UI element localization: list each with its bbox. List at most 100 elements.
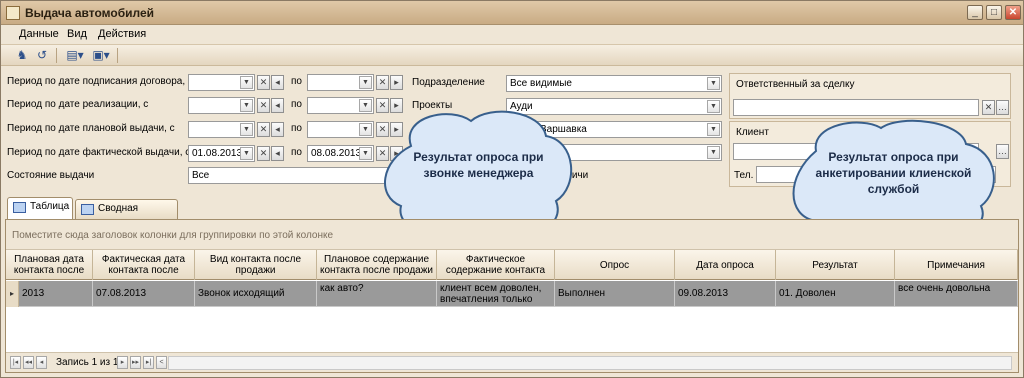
save-menu-icon[interactable]: ▣▾ bbox=[89, 47, 113, 64]
window-title: Выдача автомобилей bbox=[25, 6, 155, 20]
toolbar-separator bbox=[117, 48, 118, 63]
close-button[interactable]: ✕ bbox=[1005, 5, 1021, 20]
prev-page-icon[interactable]: ◂◂ bbox=[23, 356, 34, 369]
menu-actions[interactable]: Действия bbox=[98, 28, 146, 40]
table-cell: 07.08.2013 bbox=[93, 281, 195, 307]
prev-icon[interactable]: ◂ bbox=[271, 122, 284, 137]
dropdown-arrow-icon: ▼ bbox=[707, 146, 720, 159]
minimize-button[interactable]: _ bbox=[967, 5, 983, 20]
dropdown-arrow-icon: ▼ bbox=[707, 123, 720, 136]
callout-right-text: Результат опроса при анкетировании клиен… bbox=[815, 150, 972, 196]
period-fact-label: Период по дате фактической выдачи, с bbox=[7, 147, 191, 158]
period-sale-to[interactable]: ▼ bbox=[307, 97, 374, 114]
menu-view[interactable]: Вид bbox=[67, 28, 87, 40]
dropdown-arrow-icon: ▼ bbox=[359, 147, 372, 160]
column-header[interactable]: Опрос bbox=[555, 250, 675, 280]
responsible-input[interactable] bbox=[733, 99, 979, 116]
phone-label: Тел. bbox=[734, 170, 754, 181]
period-fact-to[interactable]: 08.08.2013 ▼ bbox=[307, 145, 374, 162]
record-navigator: |◂ ◂◂ ◂ Запись 1 из 1 ▸ ▸▸ ▸| < bbox=[6, 352, 1018, 372]
status-select[interactable]: Все bbox=[188, 167, 398, 184]
next-icon[interactable]: ▸ bbox=[390, 75, 403, 90]
menu-bar: Данные Вид Действия bbox=[1, 25, 1023, 43]
toolbar-separator bbox=[56, 48, 57, 63]
copy-menu-icon[interactable]: ▤▾ bbox=[63, 47, 87, 64]
dropdown-arrow-icon: ▼ bbox=[707, 100, 720, 113]
column-header[interactable]: Плановое содержание контакта после прода… bbox=[317, 250, 437, 280]
prev-icon[interactable]: ◂ bbox=[271, 75, 284, 90]
to-label: по bbox=[291, 123, 302, 134]
column-header[interactable]: Фактическая дата контакта после bbox=[93, 250, 195, 280]
column-header[interactable]: Вид контакта после продажи bbox=[195, 250, 317, 280]
period-plan-from[interactable]: ▼ bbox=[188, 121, 255, 138]
next-page-icon[interactable]: ▸▸ bbox=[130, 356, 141, 369]
pivot-icon bbox=[81, 204, 94, 215]
table-cell: как авто? bbox=[317, 281, 437, 307]
dropdown-arrow-icon: ▼ bbox=[359, 99, 372, 112]
table-cell: 09.08.2013 bbox=[675, 281, 776, 307]
callout-left-text: Результат опроса при звонке менеджера bbox=[413, 150, 544, 180]
group-hint: Поместите сюда заголовок колонки для гру… bbox=[12, 230, 334, 241]
period-plan-label: Период по дате плановой выдачи, с bbox=[7, 123, 175, 134]
to-label: по bbox=[291, 76, 302, 87]
app-icon bbox=[6, 6, 20, 20]
period-plan-to[interactable]: ▼ bbox=[307, 121, 374, 138]
row-indicator-icon: ▸ bbox=[6, 281, 19, 307]
horizontal-scrollbar[interactable] bbox=[168, 356, 1012, 370]
client-title: Клиент bbox=[736, 127, 769, 138]
toolbar: ♞ ↺ ▤▾ ▣▾ bbox=[1, 44, 1023, 66]
column-header[interactable]: Дата опроса bbox=[675, 250, 776, 280]
ellipsis-button[interactable]: … bbox=[996, 100, 1009, 115]
responsible-group: Ответственный за сделку ✕ … bbox=[729, 73, 1011, 119]
period-sale-label: Период по дате реализации, с bbox=[7, 99, 149, 110]
column-header[interactable]: Фактическое содержание контакта bbox=[437, 250, 555, 280]
next-record-icon[interactable]: ▸ bbox=[117, 356, 128, 369]
column-header[interactable]: Плановая дата контакта после bbox=[6, 250, 93, 280]
division-label: Подразделение bbox=[412, 77, 485, 88]
clear-icon[interactable]: ✕ bbox=[257, 75, 270, 90]
table-cell: Выполнен bbox=[555, 281, 675, 307]
to-label: по bbox=[291, 147, 302, 158]
period-sign-from[interactable]: ▼ bbox=[188, 74, 255, 91]
prev-icon[interactable]: ◂ bbox=[271, 146, 284, 161]
column-header[interactable]: Примечания bbox=[895, 250, 1018, 280]
period-sign-label: Период по дате подписания договора, с bbox=[7, 76, 193, 87]
menu-data[interactable]: Данные bbox=[19, 28, 59, 40]
last-record-icon[interactable]: ▸| bbox=[143, 356, 154, 369]
dropdown-arrow-icon: ▼ bbox=[240, 123, 253, 136]
dropdown-arrow-icon: ▼ bbox=[707, 77, 720, 90]
grid-header: Плановая дата контакта после Фактическая… bbox=[6, 250, 1018, 280]
scroll-left-icon[interactable]: < bbox=[156, 356, 167, 369]
table-cell: клиент всем доволен, впечатления только bbox=[437, 281, 555, 307]
first-record-icon[interactable]: |◂ bbox=[10, 356, 21, 369]
table-row[interactable]: 2013 07.08.2013 Звонок исходящий как авт… bbox=[6, 281, 1018, 307]
find-icon[interactable]: ♞ bbox=[13, 47, 31, 64]
table-icon bbox=[13, 202, 26, 213]
clear-icon[interactable]: ✕ bbox=[257, 146, 270, 161]
division-select[interactable]: Все видимые ▼ bbox=[506, 75, 722, 92]
table-cell: 2013 bbox=[19, 281, 93, 307]
tab-table[interactable]: Таблица bbox=[7, 197, 73, 219]
refresh-icon[interactable]: ↺ bbox=[33, 47, 51, 64]
clear-icon[interactable]: ✕ bbox=[982, 100, 995, 115]
dropdown-arrow-icon: ▼ bbox=[240, 99, 253, 112]
tab-pivot[interactable]: Сводная таблица bbox=[75, 199, 178, 232]
to-label: по bbox=[291, 99, 302, 110]
column-header[interactable]: Результат bbox=[776, 250, 895, 280]
period-sale-from[interactable]: ▼ bbox=[188, 97, 255, 114]
dropdown-arrow-icon: ▼ bbox=[240, 147, 253, 160]
tab-strip: Таблица Сводная таблица bbox=[1, 197, 1023, 232]
clear-icon[interactable]: ✕ bbox=[257, 98, 270, 113]
prev-icon[interactable]: ◂ bbox=[271, 98, 284, 113]
period-sign-to[interactable]: ▼ bbox=[307, 74, 374, 91]
period-fact-from[interactable]: 01.08.2013 ▼ bbox=[188, 145, 255, 162]
prev-record-icon[interactable]: ◂ bbox=[36, 356, 47, 369]
group-panel[interactable]: Поместите сюда заголовок колонки для гру… bbox=[6, 220, 1018, 250]
status-label: Состояние выдачи bbox=[7, 170, 95, 181]
clear-icon[interactable]: ✕ bbox=[257, 122, 270, 137]
table-cell: все очень довольна bbox=[895, 281, 1018, 307]
maximize-button[interactable]: □ bbox=[986, 5, 1002, 20]
dropdown-arrow-icon: ▼ bbox=[359, 123, 372, 136]
data-grid: Поместите сюда заголовок колонки для гру… bbox=[5, 219, 1019, 373]
clear-icon[interactable]: ✕ bbox=[376, 75, 389, 90]
